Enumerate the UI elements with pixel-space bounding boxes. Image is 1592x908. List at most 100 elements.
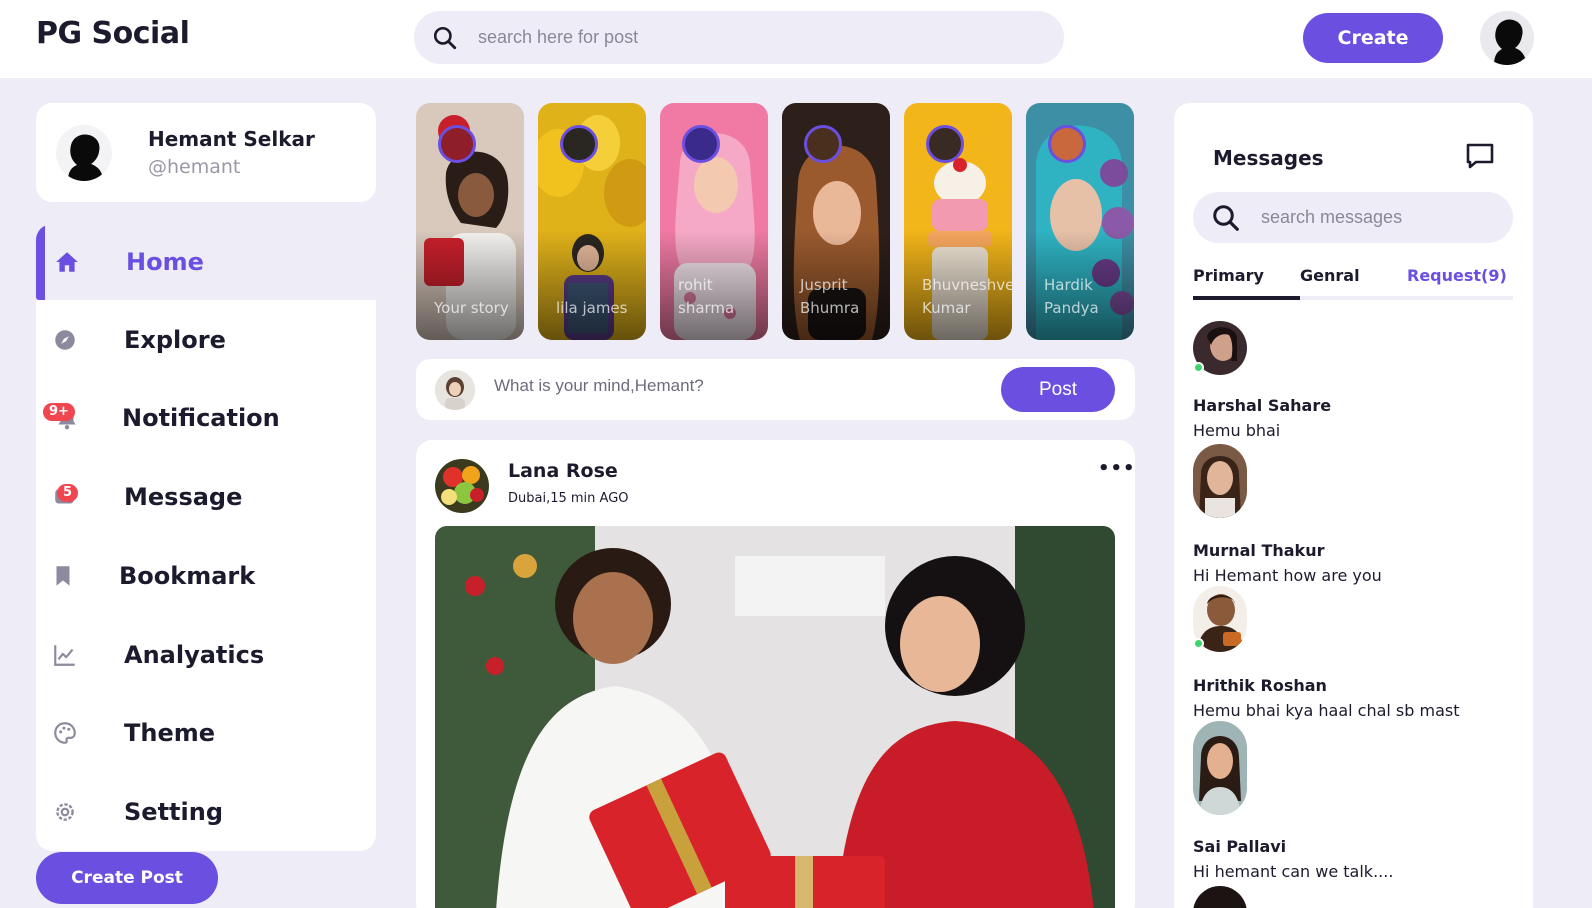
profile-name: Hemant Selkar <box>148 127 315 151</box>
message-search-input[interactable] <box>1261 207 1491 228</box>
home-icon <box>56 252 78 272</box>
story-name: rohit sharma <box>678 276 735 317</box>
sidebar-item-setting[interactable]: Setting <box>36 774 376 850</box>
sidebar-item-message[interactable]: 5 Message <box>36 459 376 535</box>
tab-general[interactable]: Genral <box>1300 266 1360 285</box>
story-avatar <box>438 125 476 163</box>
message-sender: Hrithik Roshan <box>1193 676 1327 695</box>
top-navbar: PG Social Create <box>0 0 1592 78</box>
user-silhouette-icon <box>68 134 103 181</box>
profile-avatar <box>56 125 112 181</box>
user-silhouette-icon <box>1494 19 1526 65</box>
message-sender: Sai Pallavi <box>1193 837 1287 856</box>
profile-card[interactable]: Hemant Selkar @hemant <box>36 103 376 202</box>
message-search-bar[interactable] <box>1193 192 1513 243</box>
user-avatar[interactable] <box>1480 11 1534 65</box>
sidebar-item-label: Explore <box>124 326 226 354</box>
story-card[interactable]: Jusprit Bhumra <box>782 103 890 340</box>
palette-icon <box>54 722 76 744</box>
messages-title: Messages <box>1213 146 1324 170</box>
sidebar-item-label: Theme <box>124 719 216 747</box>
composer-avatar-photo <box>435 370 475 410</box>
story-name: Jusprit Bhumra <box>800 276 860 317</box>
new-message-icon[interactable] <box>1464 140 1496 172</box>
more-options-icon[interactable]: ••• <box>1098 458 1135 479</box>
post-image-art <box>435 526 1115 908</box>
sidebar-item-theme[interactable]: Theme <box>36 695 376 771</box>
message-sender: Murnal Thakur <box>1193 541 1325 560</box>
tab-active-indicator <box>1193 296 1300 300</box>
bookmark-icon <box>56 566 70 586</box>
author-avatar-photo <box>435 459 489 513</box>
story-card[interactable]: rohit sharma <box>660 103 768 340</box>
message-avatar-photo <box>1193 444 1247 518</box>
message-preview: Hemu bhai <box>1193 421 1281 440</box>
message-avatar <box>1193 444 1247 518</box>
message-badge: 5 <box>57 484 79 502</box>
story-name: Your story <box>434 299 509 317</box>
message-item[interactable]: Harshal Sahare Hemu bhai <box>1193 321 1513 441</box>
create-button[interactable]: Create <box>1303 13 1443 63</box>
post-author-avatar[interactable] <box>435 459 489 513</box>
message-sender: Harshal Sahare <box>1193 396 1332 415</box>
sidebar-item-explore[interactable]: Explore <box>36 302 376 378</box>
sidebar-item-label: Bookmark <box>119 562 256 590</box>
tab-requests[interactable]: Request(9) <box>1407 266 1507 285</box>
search-icon <box>433 26 457 49</box>
composer-input[interactable] <box>494 376 974 396</box>
post-button[interactable]: Post <box>1001 367 1115 412</box>
sidebar-item-home[interactable]: Home <box>36 224 376 300</box>
composer-avatar <box>435 370 475 410</box>
sidebar-item-label: Analyatics <box>124 641 265 669</box>
post-meta: Dubai,15 min AGO <box>508 491 629 506</box>
message-avatar-photo <box>1193 721 1247 815</box>
post-image[interactable] <box>435 526 1115 908</box>
messages-panel: Messages Primary Genral Request(9) Harsh… <box>1174 103 1533 908</box>
message-avatar <box>1193 721 1247 815</box>
sidebar-menu: Home Explore 9+ Notification 5 Message B… <box>36 224 376 851</box>
message-item[interactable]: Sai Pallavi Hi hemant can we talk.... <box>1193 721 1513 908</box>
story-name: lila james <box>556 299 628 317</box>
story-card[interactable]: Hardik Pandya <box>1026 103 1134 340</box>
story-avatar <box>1048 125 1086 163</box>
story-card[interactable]: Bhuvneshver Kumar <box>904 103 1012 340</box>
story-avatar <box>560 125 598 163</box>
story-name: Bhuvneshver Kumar <box>922 276 1012 317</box>
app-logo[interactable]: PG Social <box>36 16 190 51</box>
sidebar-item-label: Setting <box>124 798 223 826</box>
story-shade <box>416 230 524 340</box>
profile-handle: @hemant <box>148 156 241 178</box>
sidebar-item-label: Message <box>124 483 243 511</box>
create-post-button[interactable]: Create Post <box>36 852 218 904</box>
post-author-name[interactable]: Lana Rose <box>508 460 618 482</box>
online-indicator <box>1193 638 1204 649</box>
compass-icon <box>55 330 75 350</box>
story-name: Hardik Pandya <box>1044 276 1099 317</box>
sidebar-item-notification[interactable]: 9+ Notification <box>36 380 376 456</box>
message-preview: Hi Hemant how are you <box>1193 566 1382 585</box>
sidebar-item-analytics[interactable]: Analyatics <box>36 617 376 693</box>
post-search-input[interactable] <box>478 27 1038 48</box>
story-avatar <box>804 125 842 163</box>
sidebar-item-label: Home <box>126 248 204 276</box>
story-avatar <box>926 125 964 163</box>
online-indicator <box>1193 362 1204 373</box>
message-preview: Hemu bhai kya haal chal sb mast <box>1193 701 1460 720</box>
post-search-bar[interactable] <box>414 11 1064 64</box>
tab-primary[interactable]: Primary <box>1193 266 1264 285</box>
feed-post-card: Lana Rose Dubai,15 min AGO ••• <box>416 440 1135 908</box>
chart-icon <box>54 645 75 666</box>
post-composer: Post <box>416 359 1135 420</box>
message-item[interactable]: Murnal Thakur Hi Hemant how are you <box>1193 444 1513 585</box>
notification-badge: 9+ <box>43 403 75 421</box>
search-icon <box>1213 204 1239 231</box>
gear-icon <box>56 803 74 821</box>
story-avatar <box>682 125 720 163</box>
sidebar-item-label: Notification <box>122 404 280 432</box>
story-shade <box>538 230 646 340</box>
tab-indicator <box>1193 296 1513 300</box>
story-card[interactable]: Your story <box>416 103 524 340</box>
message-item[interactable]: Hrithik Roshan Hemu bhai kya haal chal s… <box>1193 586 1513 720</box>
sidebar-item-bookmark[interactable]: Bookmark <box>36 538 376 614</box>
story-card[interactable]: lila james <box>538 103 646 340</box>
